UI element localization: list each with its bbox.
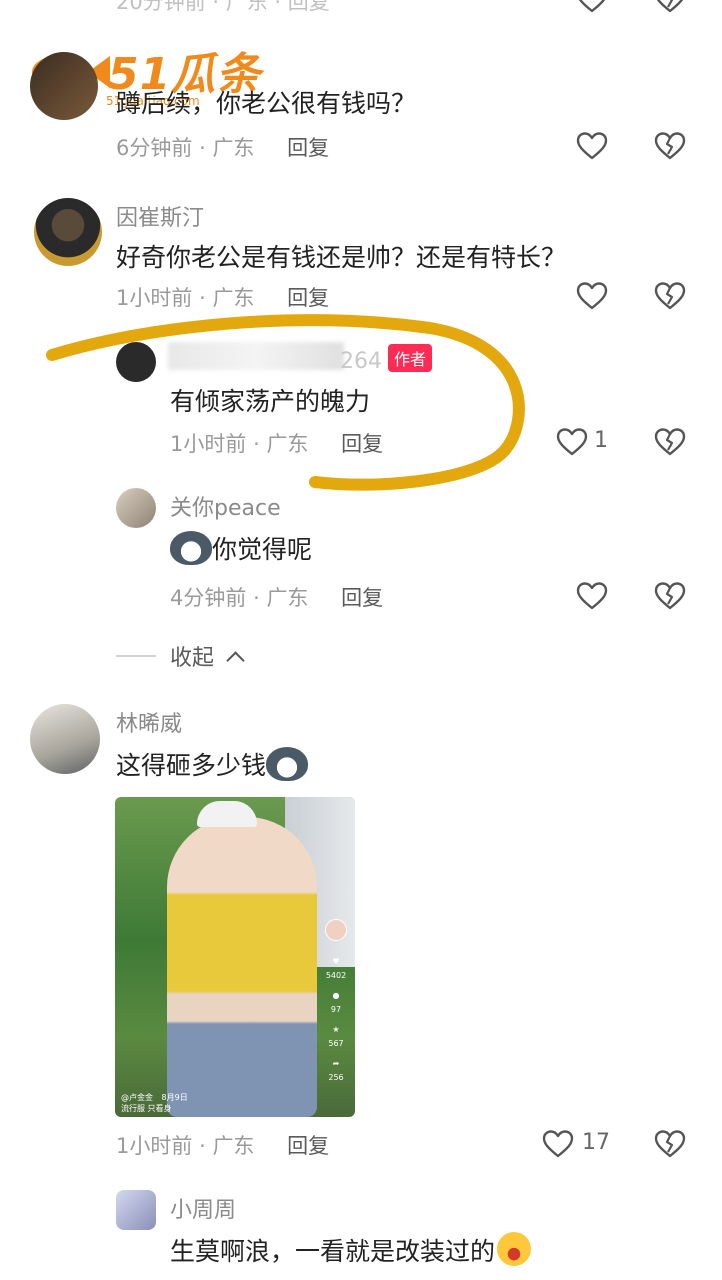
- dislike-icon[interactable]: [654, 131, 686, 161]
- cap: [197, 801, 257, 827]
- heart-icon[interactable]: [576, 131, 608, 161]
- comment-meta: 1小时前 · 广东 回复: [116, 1130, 329, 1160]
- video-side-bar: ♥ 5402 ● 97 ★ 567 ➦ 256: [323, 919, 349, 1085]
- reply-author[interactable]: 关你peace: [170, 490, 281, 522]
- heart-icon: ♥: [332, 957, 340, 966]
- separator: ·: [199, 1134, 206, 1158]
- laughing-crying-emoji-icon: [497, 1232, 532, 1266]
- avatar[interactable]: [30, 704, 100, 774]
- creator-avatar: [325, 919, 347, 941]
- comment-time: 1小时前: [116, 1134, 193, 1158]
- collapse-label: 收起: [170, 646, 215, 671]
- video-author: @卢金金: [121, 1093, 153, 1102]
- heart-icon[interactable]: [576, 0, 608, 14]
- comment-time: 6分钟前: [116, 136, 193, 160]
- comment-author[interactable]: 因崔斯汀: [116, 200, 204, 232]
- comment-author[interactable]: 林晞威: [116, 706, 182, 738]
- reply-meta: 4分钟前 · 广东 回复: [170, 582, 383, 612]
- video-favorite-count: 567: [328, 1039, 344, 1048]
- heart-icon[interactable]: [576, 581, 608, 611]
- video-caption-text: 流行服 只看身: [121, 1104, 172, 1113]
- video-date: 8月9日: [161, 1093, 188, 1102]
- avatar[interactable]: [30, 52, 98, 120]
- separator: ·: [199, 136, 206, 160]
- comment-text[interactable]: 这得砸多少钱: [116, 746, 309, 782]
- video-thumbnail[interactable]: ♥ 5402 ● 97 ★ 567 ➦ 256 @卢金金 8月9日 流行服 只看…: [115, 797, 355, 1117]
- divider: [116, 655, 156, 657]
- share-icon: ➦: [332, 1059, 340, 1068]
- highlight-scribble: [46, 314, 525, 491]
- chevron-up-icon: [226, 651, 245, 670]
- dislike-icon[interactable]: [654, 581, 686, 611]
- cutoff-meta: 20分钟前 · 广东 · 回复: [116, 0, 330, 14]
- avatar[interactable]: [34, 198, 102, 266]
- dislike-icon[interactable]: [654, 1129, 686, 1159]
- comment-icon: ●: [332, 991, 340, 1000]
- comment-meta: 6分钟前 · 广东 回复: [116, 132, 329, 162]
- comment-text[interactable]: 好奇你老公是有钱还是帅？还是有特长？: [116, 238, 566, 274]
- like-count: 17: [582, 1130, 610, 1155]
- person-figure: [167, 817, 317, 1117]
- husky-emoji-icon: [170, 531, 212, 565]
- video-share-count: 256: [328, 1073, 344, 1082]
- heart-icon[interactable]: [542, 1129, 574, 1159]
- reply-text-content: 你觉得呢: [212, 535, 313, 564]
- video-caption: @卢金金 8月9日: [121, 1092, 188, 1103]
- collapse-button[interactable]: 收起: [170, 640, 245, 672]
- reply-text[interactable]: 生莫啊浪，一看就是改装过的: [170, 1232, 532, 1268]
- reply-author[interactable]: 小周周: [170, 1192, 236, 1224]
- video-comment-count: 97: [330, 1005, 342, 1014]
- reply-button[interactable]: 回复: [287, 1134, 329, 1158]
- avatar[interactable]: [116, 488, 156, 528]
- reply-text-content: 生莫啊浪，一看就是改装过的: [170, 1237, 496, 1266]
- husky-emoji-icon: [266, 747, 309, 781]
- video-like-count: 5402: [325, 971, 347, 980]
- reply-button[interactable]: 回复: [341, 586, 383, 610]
- separator: ·: [253, 586, 260, 610]
- comment-location: 广东: [212, 136, 255, 160]
- star-icon: ★: [332, 1025, 340, 1034]
- avatar[interactable]: [116, 1190, 156, 1230]
- dislike-icon[interactable]: [654, 0, 686, 14]
- comment-location: 广东: [212, 1134, 255, 1158]
- reply-text[interactable]: 你觉得呢: [170, 530, 312, 566]
- comment-text[interactable]: 蹲后续，你老公很有钱吗？: [116, 84, 416, 120]
- reply-button[interactable]: 回复: [287, 136, 329, 160]
- comment-text-content: 这得砸多少钱: [116, 751, 267, 780]
- reply-location: 广东: [266, 586, 309, 610]
- reply-time: 4分钟前: [170, 586, 247, 610]
